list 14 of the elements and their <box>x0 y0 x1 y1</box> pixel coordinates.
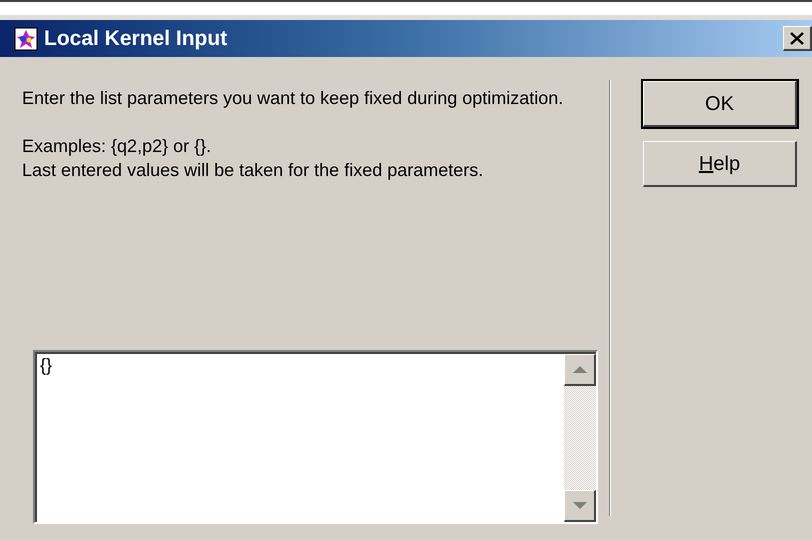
dialog-button[interactable]: OK <box>643 81 797 127</box>
dialog-button[interactable]: Help <box>643 141 797 187</box>
close-icon <box>790 32 804 44</box>
up-arrow-icon <box>572 366 586 373</box>
scrollbar[interactable] <box>564 352 596 522</box>
scroll-down-button[interactable] <box>564 490 596 522</box>
close-button[interactable] <box>783 26 812 51</box>
window-title: Local Kernel Input <box>44 26 228 52</box>
instruction-text: Enter the list parameters you want to keep fixed during optimization. <box>22 87 564 110</box>
down-arrow-icon <box>572 502 586 509</box>
scroll-up-button[interactable] <box>564 354 596 386</box>
instruction-text: Examples: {q2,p2} or {}. Last entered values will be taken for the fixed parameters. <box>22 135 484 182</box>
app-icon <box>14 26 38 50</box>
text-area[interactable]: {} <box>33 350 598 524</box>
